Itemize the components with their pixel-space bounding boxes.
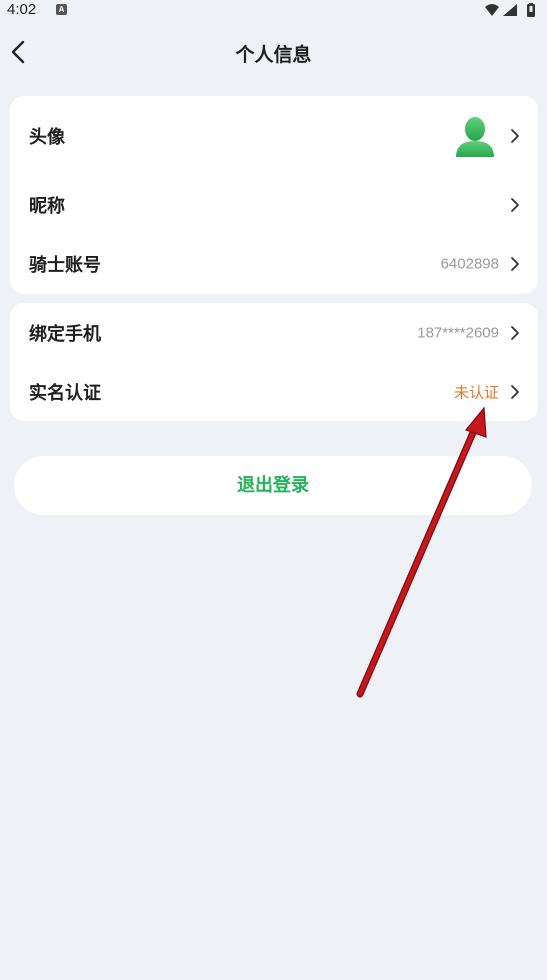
chevron-right-icon: [511, 385, 519, 399]
realname-row[interactable]: 实名认证 未认证: [10, 363, 538, 421]
realname-label: 实名认证: [29, 383, 101, 404]
nickname-row[interactable]: 昵称: [10, 176, 538, 234]
status-icons: [485, 3, 535, 17]
avatar-label: 头像: [29, 127, 65, 148]
status-time: 4:02: [7, 1, 37, 18]
avatar[interactable]: [454, 115, 496, 157]
wifi-icon: [485, 4, 499, 16]
avatar-row[interactable]: 头像: [10, 106, 538, 166]
realname-status: 未认证: [453, 383, 499, 402]
logout-button[interactable]: 退出登录: [14, 456, 532, 515]
chevron-right-icon: [511, 129, 519, 143]
chevron-right-icon: [511, 257, 519, 271]
nickname-label: 昵称: [29, 196, 65, 217]
nav-bar: 个人信息: [0, 22, 547, 82]
signal-icon: [503, 4, 517, 16]
account-label: 骑士账号: [29, 255, 101, 276]
phone-label: 绑定手机: [29, 324, 101, 345]
notification-app-icon: A: [56, 4, 67, 15]
profile-card: 头像 昵称 骑士账号 6402898: [10, 96, 538, 294]
account-row[interactable]: 骑士账号 6402898: [10, 235, 538, 293]
phone-value: 187****2609: [417, 324, 499, 342]
page-title: 个人信息: [235, 44, 312, 66]
phone-row[interactable]: 绑定手机 187****2609: [10, 304, 538, 362]
account-value: 6402898: [440, 255, 499, 273]
security-card: 绑定手机 187****2609 实名认证 未认证: [10, 303, 538, 421]
status-bar: 4:02 A: [0, 0, 547, 22]
chevron-right-icon: [511, 198, 519, 212]
chevron-right-icon: [511, 326, 519, 340]
